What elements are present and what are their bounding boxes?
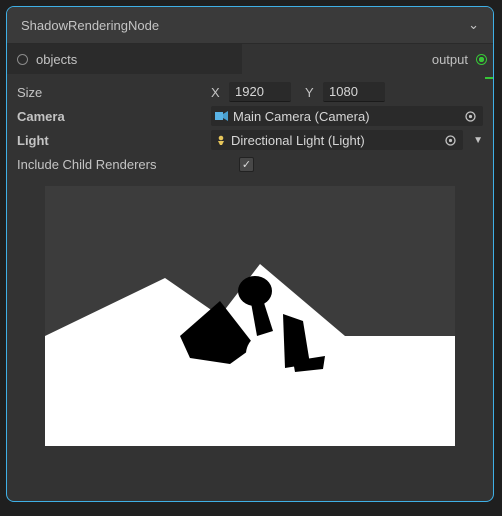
port-row: objects output bbox=[7, 44, 493, 74]
light-label: Light bbox=[17, 133, 207, 148]
light-field[interactable]: Directional Light (Light) bbox=[211, 130, 463, 150]
node-title: ShadowRenderingNode bbox=[21, 18, 159, 33]
port-dot-icon bbox=[17, 54, 28, 65]
shadow-rendering-node: ShadowRenderingNode ⌄ objects output Siz… bbox=[6, 6, 494, 502]
node-body: Size X Y Camera Main Camera (Camera) Lig… bbox=[7, 74, 493, 456]
y-label: Y bbox=[305, 85, 319, 100]
camera-field[interactable]: Main Camera (Camera) bbox=[211, 106, 483, 126]
input-port-label: objects bbox=[36, 52, 77, 67]
size-row: Size X Y bbox=[17, 80, 483, 104]
include-children-checkbox[interactable]: ✓ bbox=[239, 157, 254, 172]
chevron-down-icon[interactable]: ⌄ bbox=[468, 17, 479, 33]
size-label: Size bbox=[17, 85, 207, 100]
light-icon bbox=[215, 134, 227, 146]
light-value: Directional Light (Light) bbox=[231, 133, 365, 148]
size-x-input[interactable] bbox=[229, 82, 291, 102]
port-dot-icon bbox=[476, 54, 487, 65]
include-children-row: Include Child Renderers ✓ bbox=[17, 152, 483, 176]
camera-value: Main Camera (Camera) bbox=[233, 109, 370, 124]
size-y-input[interactable] bbox=[323, 82, 385, 102]
include-children-label: Include Child Renderers bbox=[17, 157, 217, 172]
object-picker-icon[interactable] bbox=[461, 110, 479, 123]
output-port[interactable]: output bbox=[242, 44, 493, 74]
object-picker-icon[interactable] bbox=[441, 134, 459, 147]
camera-icon bbox=[215, 111, 229, 121]
node-header[interactable]: ShadowRenderingNode ⌄ bbox=[7, 7, 493, 44]
render-preview bbox=[45, 186, 455, 446]
camera-row: Camera Main Camera (Camera) bbox=[17, 104, 483, 128]
output-wire bbox=[485, 77, 494, 79]
preview-image bbox=[45, 186, 455, 446]
light-row: Light Directional Light (Light) ▼ bbox=[17, 128, 483, 152]
camera-label: Camera bbox=[17, 109, 207, 124]
dropdown-caret-icon[interactable]: ▼ bbox=[473, 135, 483, 146]
x-label: X bbox=[211, 85, 225, 100]
input-port-objects[interactable]: objects bbox=[7, 44, 242, 74]
output-port-label: output bbox=[432, 52, 468, 67]
